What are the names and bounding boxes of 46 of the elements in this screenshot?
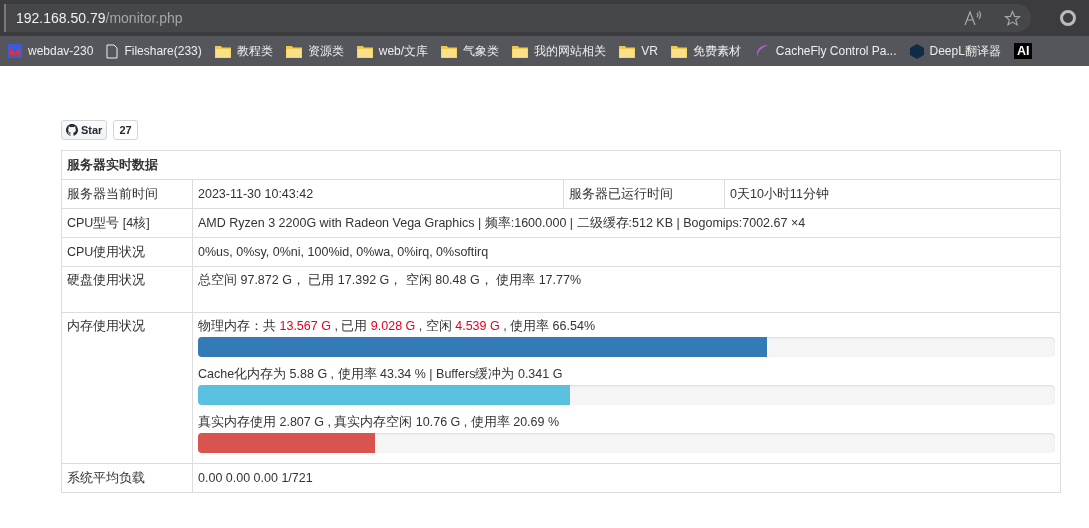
bookmark[interactable]: 我的网站相关	[512, 42, 607, 60]
folder-icon	[512, 44, 529, 58]
table-cell: 0.00 0.00 0.00 1/721	[192, 463, 1061, 493]
bookmark[interactable]: Fileshare(233)	[106, 43, 202, 59]
folder-icon	[214, 44, 231, 58]
bookmark[interactable]: CacheFly Control Pa...	[753, 43, 897, 59]
page-icon	[106, 43, 119, 59]
table-cell: 0%us, 0%sy, 0%ni, 100%id, 0%wa, 0%irq, 0%softirq	[192, 237, 1061, 267]
row-label: 系统平均负载	[61, 463, 193, 493]
table-cell: 总空间 97.872 G， 已用 17.392 G， 空闲 80.48 G， 使用率 17.77%	[192, 266, 1061, 313]
bookmark[interactable]: AI	[1013, 43, 1033, 59]
bookmark[interactable]: webdav-230	[8, 44, 94, 58]
memory-text: 物理内存：共 13.567 G , 已用 9.028 G , 空闲 4.539 G , 使用率 66.54%	[198, 319, 596, 334]
mail-icon	[8, 44, 22, 58]
folder-icon	[619, 44, 636, 58]
memory-text: Cache化内存为 5.88 G , 使用率 43.34 % | Buffers缓冲为 0.341 G	[198, 367, 564, 382]
table-cell: 0天10小时11分钟	[724, 179, 1061, 209]
address-bar[interactable]: 192.168.50.79/monitor.php	[4, 4, 1031, 32]
bookmark[interactable]: web/文库	[356, 42, 429, 60]
bookmark[interactable]: 气象类	[441, 42, 500, 60]
row-label: 服务器当前时间	[61, 179, 193, 209]
profile-icon[interactable]	[1059, 9, 1077, 27]
star-icon[interactable]	[1004, 9, 1021, 27]
row-label: CPU型号 [4核]	[61, 208, 193, 238]
bookmark[interactable]: VR	[619, 44, 658, 58]
github-icon	[66, 124, 78, 136]
folder-icon	[670, 44, 687, 58]
bookmark[interactable]: 资源类	[285, 42, 344, 60]
folder-icon	[441, 44, 458, 58]
bookmark[interactable]: 免费素材	[670, 42, 741, 60]
row-label: CPU使用状况	[61, 237, 193, 267]
read-aloud-icon[interactable]	[964, 10, 982, 26]
bookmark[interactable]: DeepL翻译器	[909, 42, 1001, 60]
table-cell: AMD Ryzen 3 2200G with Radeon Vega Graphics | 频率:1600.000 | 二级缓存:512 KB | Bogomips:7002.67 ×4	[192, 208, 1061, 238]
folder-icon	[356, 44, 373, 58]
bookmark[interactable]: 教程类	[214, 42, 273, 60]
table-title: 服务器实时数据	[61, 150, 1061, 180]
star-button[interactable]: Star	[61, 120, 108, 140]
row-label: 硬盘使用状况	[61, 266, 193, 313]
row-label: 服务器已运行时间	[563, 179, 725, 209]
hexagon-icon	[909, 43, 924, 59]
table-cell: 2023-11-30 10:43:42	[192, 179, 564, 209]
star-count[interactable]: 27	[113, 120, 138, 140]
row-label: 内存使用状况	[61, 312, 193, 464]
folder-icon	[285, 44, 302, 58]
memory-text: 真实内存使用 2.807 G , 真实内存空闲 10.76 G , 使用率 20.69 %	[198, 415, 561, 430]
